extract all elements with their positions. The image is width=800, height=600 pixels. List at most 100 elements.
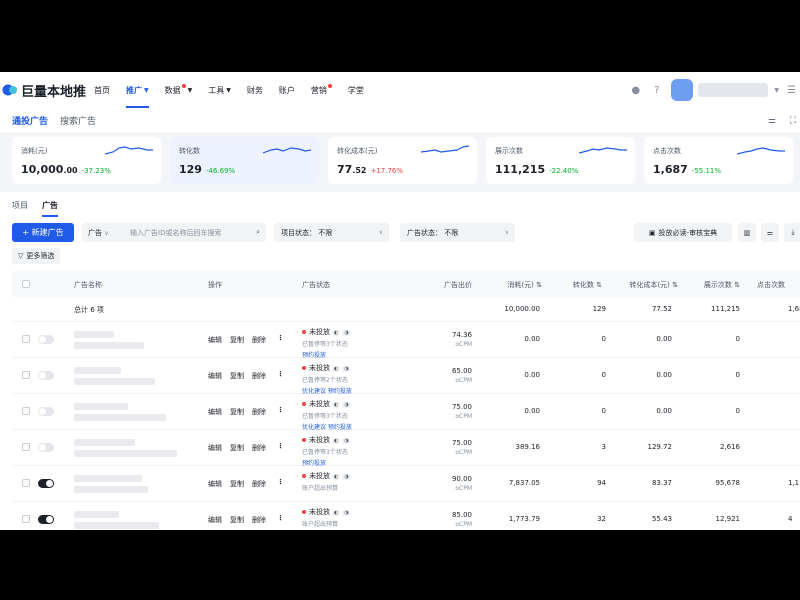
ad-name-blurred[interactable]: [74, 475, 142, 482]
copy-button[interactable]: 复制: [230, 371, 244, 381]
edit-button[interactable]: 编辑: [208, 443, 222, 453]
account-name-blurred[interactable]: [698, 83, 769, 97]
nav-data-label: 数据: [164, 85, 181, 95]
nav-promote[interactable]: 推广 ▼: [126, 85, 149, 108]
ad-toggle[interactable]: [38, 443, 54, 452]
edit-button[interactable]: 编辑: [208, 335, 222, 345]
delete-button[interactable]: 删除: [252, 443, 266, 453]
row-checkbox[interactable]: [22, 515, 30, 523]
table-row[interactable]: 编辑 复制 删除 ⋮ 未投放 ◐ ◑ 已暂停等3个状态 预约投放 75.00 oCPM 389.16 3…: [12, 430, 800, 467]
more-actions-icon[interactable]: ⋮: [277, 406, 284, 414]
ad-name-blurred[interactable]: [74, 331, 114, 338]
logo[interactable]: 巨量本地推: [2, 81, 94, 100]
ad-status-select[interactable]: 广告状态： 不限 ∨: [400, 223, 515, 242]
row-checkbox[interactable]: [22, 443, 30, 451]
filter-settings-icon[interactable]: ⚌: [761, 223, 779, 242]
row-checkbox[interactable]: [22, 479, 30, 487]
table-row[interactable]: 编辑 复制 删除 ⋮ 未投放 ◐ ◑ 已暂停等3个状态 优化建议 预约投放 75.00 oCPM 0.…: [12, 394, 800, 431]
copy-button[interactable]: 复制: [230, 407, 244, 417]
ad-toggle[interactable]: [38, 479, 54, 488]
metric-value-main: 77: [337, 163, 353, 176]
ad-toggle[interactable]: [38, 371, 54, 380]
row-checkbox[interactable]: [22, 335, 30, 343]
col-cost[interactable]: 消耗(元) ⇅: [482, 280, 542, 290]
nav-tools[interactable]: 工具 ▼: [208, 85, 231, 96]
col-impr[interactable]: 展示次数 ⇅: [682, 280, 740, 290]
edit-button[interactable]: 编辑: [208, 479, 222, 489]
delete-button[interactable]: 删除: [252, 371, 266, 381]
ad-name-blurred[interactable]: [74, 403, 128, 410]
row-checkbox[interactable]: [22, 407, 30, 415]
ad-toggle[interactable]: [38, 407, 54, 416]
table-row[interactable]: 编辑 复制 删除 ⋮ 未投放 ◐ ◑ 已暂停等3个状态 预约投放 74.36 oCPM 0.00 0 0.…: [12, 322, 800, 359]
edit-button[interactable]: 编辑: [208, 371, 222, 381]
download-icon[interactable]: ⤓: [784, 223, 800, 242]
more-actions-icon[interactable]: ⋮: [277, 370, 284, 378]
col-cpa[interactable]: 转化成本(元) ⇅: [612, 280, 678, 290]
bell-icon[interactable]: ●: [631, 85, 640, 96]
table-row[interactable]: 编辑 复制 删除 ⋮ 未投放 ◐ ◑ 已暂停等2个状态 优化建议 预约投放 65.00 oCPM 0.…: [12, 358, 800, 395]
metric-card-cost[interactable]: 消耗(元) 10,000.00 -37.23%: [12, 137, 161, 184]
ad-name-blurred[interactable]: [74, 367, 121, 374]
ad-toggle[interactable]: [38, 515, 54, 524]
ad-name-blurred[interactable]: [74, 511, 119, 518]
more-actions-icon[interactable]: ⋮: [277, 334, 284, 342]
copy-button[interactable]: 复制: [230, 479, 244, 489]
avatar[interactable]: [671, 79, 694, 101]
copy-button[interactable]: 复制: [230, 443, 244, 453]
select-all-checkbox[interactable]: [22, 280, 30, 288]
delete-button[interactable]: 删除: [252, 335, 266, 345]
ad-toggle[interactable]: [38, 335, 54, 344]
more-actions-icon[interactable]: ⋮: [277, 442, 284, 450]
impr-cell: 0: [735, 371, 740, 379]
metric-card-clicks[interactable]: 点击次数 1,687 -55.11%: [644, 137, 793, 184]
metric-card-conversions[interactable]: 转化数 129 -46.69%: [170, 137, 319, 184]
help-icon[interactable]: ?: [654, 85, 659, 96]
col-conv[interactable]: 转化数 ⇅: [552, 280, 602, 290]
nav-account[interactable]: 账户: [279, 85, 295, 96]
delete-button[interactable]: 删除: [252, 515, 266, 525]
nav-marketing[interactable]: 营销: [311, 84, 332, 96]
row-checkbox[interactable]: [22, 371, 30, 379]
tab-search-ads[interactable]: 搜索广告: [60, 114, 96, 127]
table-row[interactable]: 编辑 复制 删除 ⋮ 未投放 ◐ ◑ 账户超出预算 85.00 oCPM 1,773.79 32 55.…: [12, 502, 800, 530]
nav-home[interactable]: 首页: [94, 85, 110, 96]
edit-button[interactable]: 编辑: [208, 515, 222, 525]
review-guide-button[interactable]: ▣ 投放必读-审核宝典: [634, 223, 732, 242]
tab-projects[interactable]: 项目: [12, 200, 28, 211]
status-text: 未投放: [309, 364, 330, 372]
search-icon[interactable]: ⌕: [256, 228, 260, 237]
ad-name-blurred[interactable]: [74, 439, 135, 446]
copy-button[interactable]: 复制: [230, 515, 244, 525]
metric-card-impressions[interactable]: 展示次数 111,215 -22.40%: [486, 137, 635, 184]
search-input[interactable]: 输入广告ID或名称后回车搜索: [130, 228, 256, 238]
metric-value: 1,687: [653, 163, 688, 176]
fullscreen-icon[interactable]: ⛶: [790, 116, 796, 126]
ad-type-tabs: 通投广告 搜索广告 ⚌ ⛶: [0, 108, 800, 134]
bid-unit: oCPM: [455, 485, 472, 492]
chevron-down-icon[interactable]: ▼: [774, 87, 779, 94]
nav-finance[interactable]: 财务: [247, 85, 263, 96]
nav-academy[interactable]: 学堂: [348, 85, 364, 96]
project-status-select[interactable]: 项目状态： 不限 ∨: [274, 223, 389, 242]
more-actions-icon[interactable]: ⋮: [277, 478, 284, 486]
more-actions-icon[interactable]: ⋮: [277, 514, 284, 522]
delete-button[interactable]: 删除: [252, 479, 266, 489]
status-badge-icon: ◐: [332, 438, 341, 444]
nav-data[interactable]: 数据 ▼: [164, 84, 192, 96]
delete-button[interactable]: 删除: [252, 407, 266, 417]
menu-icon[interactable]: ☰: [787, 85, 796, 96]
tab-general-ads[interactable]: 通投广告: [12, 114, 48, 127]
metric-value-main: 111,215: [495, 163, 546, 176]
new-ad-button[interactable]: + 新建广告: [12, 223, 74, 242]
search-scope-select[interactable]: 广告 ∨: [82, 228, 130, 238]
tab-ads[interactable]: 广告: [42, 200, 58, 217]
more-filters-button[interactable]: ▽ 更多筛选: [12, 248, 61, 264]
table-row[interactable]: 编辑 复制 删除 ⋮ 未投放 ◐ ◑ 账户超出预算 90.00 oCPM 7,837.05 94 83.…: [12, 466, 800, 502]
columns-icon[interactable]: ▥: [738, 223, 756, 242]
settings-icon[interactable]: ⚌: [768, 116, 776, 126]
edit-button[interactable]: 编辑: [208, 407, 222, 417]
copy-button[interactable]: 复制: [230, 335, 244, 345]
metric-card-cpa[interactable]: 转化成本(元) 77.52 +17.76%: [328, 137, 477, 184]
col-clicks[interactable]: 点击次数: [757, 280, 800, 290]
